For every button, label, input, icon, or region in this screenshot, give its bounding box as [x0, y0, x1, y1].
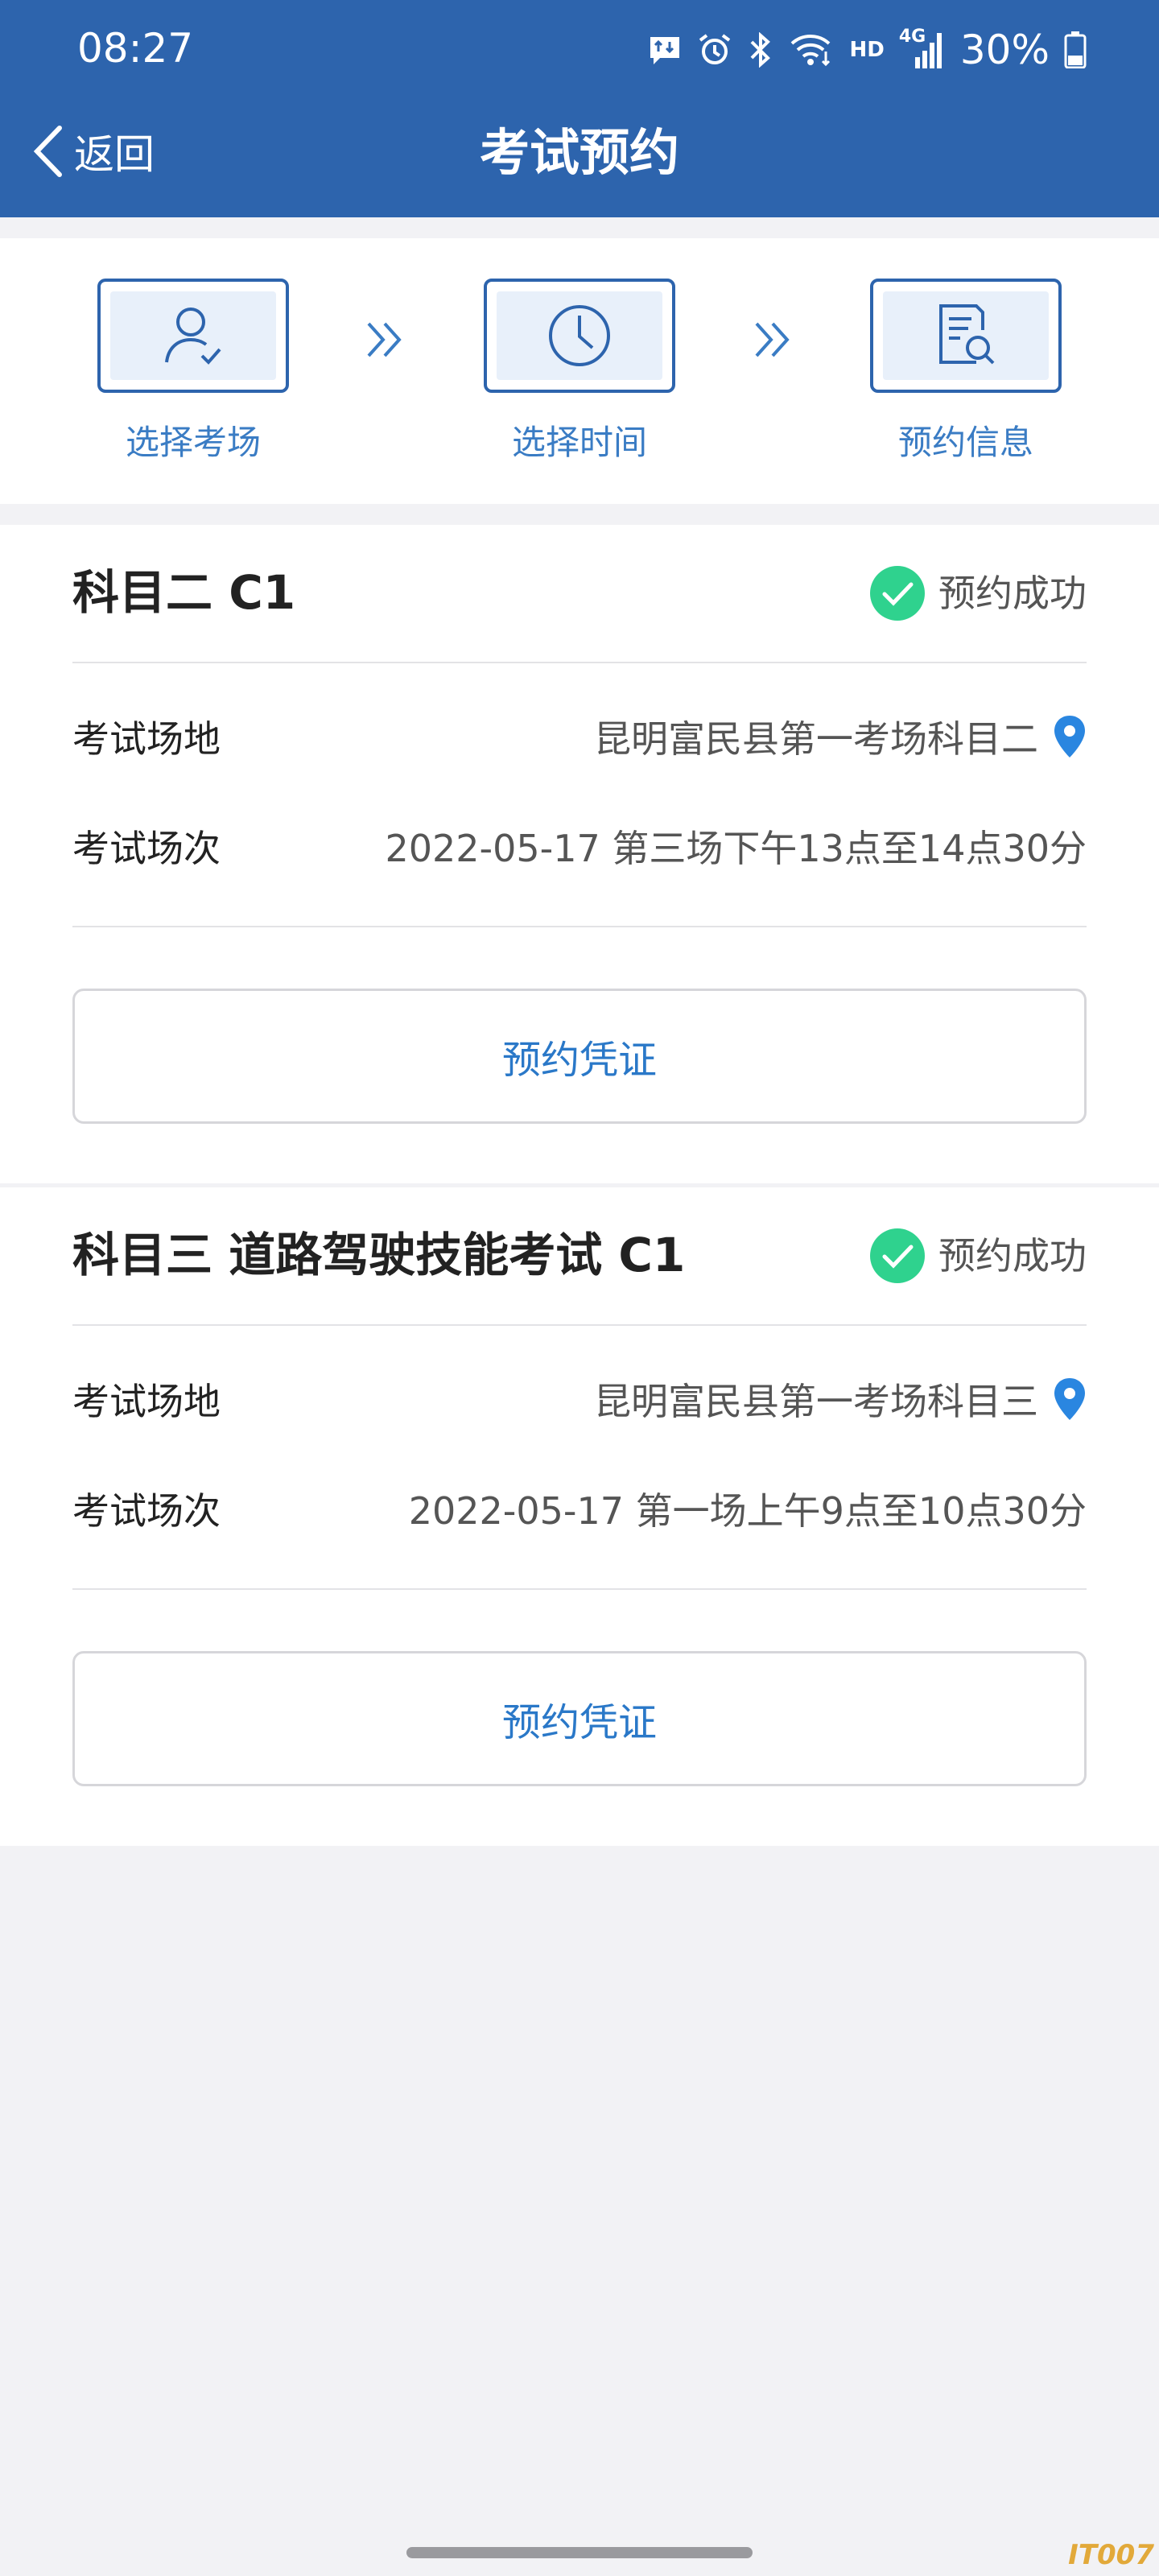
session-row: 考试场次 2022-05-17 第一场上午9点至10点30分: [72, 1480, 1087, 1537]
venue-label: 考试场地: [72, 717, 221, 761]
step-booking-info: 预约信息: [865, 279, 1066, 464]
booking-card: 科目三 道路驾驶技能考试 C1 预约成功 考试场地 昆明富民县第一考场科目三 考…: [0, 1187, 1159, 1846]
status-icons: HD 4G 30%: [647, 24, 1087, 76]
clock-icon: [549, 305, 610, 366]
status-text: 预约成功: [938, 572, 1087, 615]
alarm-icon: [699, 34, 730, 64]
document-search-icon: [939, 304, 995, 365]
app-header: 08:27 HD 4G 30% 返回 考试预约: [0, 0, 1159, 217]
card-header: 科目三 道路驾驶技能考试 C1 预约成功: [72, 1187, 1087, 1326]
signal-icon: 4G: [899, 27, 942, 70]
check-circle-icon: [870, 1228, 925, 1283]
venue-value[interactable]: 昆明富民县第一考场科目二: [594, 710, 1087, 763]
booking-voucher-button[interactable]: 预约凭证: [72, 989, 1087, 1124]
venue-row: 考试场地 昆明富民县第一考场科目二: [72, 708, 1087, 765]
battery-icon: [1064, 31, 1087, 68]
status-badge: 预约成功: [869, 565, 1087, 621]
status-text: 预约成功: [938, 1234, 1087, 1278]
divider: [72, 926, 1087, 927]
session-value: 2022-05-17 第一场上午9点至10点30分: [408, 1489, 1087, 1533]
session-label: 考试场次: [72, 1489, 221, 1533]
booking-voucher-button[interactable]: 预约凭证: [72, 1651, 1087, 1786]
message-icon: [650, 37, 679, 64]
check-circle-icon: [870, 566, 925, 621]
double-chevron-right-icon: [367, 322, 402, 357]
venue-label: 考试场地: [72, 1380, 221, 1423]
step-select-time: 选择时间: [479, 279, 680, 464]
location-pin-icon: [1054, 716, 1085, 758]
exam-title: 科目三 道路驾驶技能考试 C1: [72, 1228, 686, 1282]
exam-title: 科目二 C1: [72, 565, 296, 620]
session-label: 考试场次: [72, 827, 221, 870]
wifi-icon: [790, 35, 830, 67]
page-title: 考试预约: [479, 123, 679, 182]
step-label: 选择考场: [125, 423, 261, 462]
home-indicator[interactable]: [406, 2547, 753, 2558]
status-bar: 08:27 HD 4G 30%: [0, 0, 1159, 101]
nav-bar: 返回 考试预约: [0, 101, 1159, 197]
session-value: 2022-05-17 第三场下午13点至14点30分: [385, 827, 1087, 870]
status-badge: 预约成功: [869, 1228, 1087, 1284]
session-row: 考试场次 2022-05-17 第三场下午13点至14点30分: [72, 818, 1087, 874]
network-type: HD: [849, 38, 885, 62]
double-chevron-right-icon: [755, 322, 790, 357]
person-check-icon: [165, 308, 221, 365]
location-pin-icon: [1054, 1378, 1085, 1420]
venue-row: 考试场地 昆明富民县第一考场科目三: [72, 1371, 1087, 1427]
bluetooth-icon: [750, 32, 770, 68]
step-label: 选择时间: [511, 423, 647, 462]
divider: [72, 1588, 1087, 1590]
booking-card: 科目二 C1 预约成功 考试场地 昆明富民县第一考场科目二 考试场次 2022-…: [0, 525, 1159, 1183]
step-select-venue: 选择考场: [93, 279, 294, 464]
watermark: IT007: [1068, 2539, 1154, 2571]
battery-percent: 30%: [959, 27, 1050, 73]
status-time: 08:27: [77, 25, 194, 72]
step-label: 预约信息: [897, 423, 1033, 462]
card-header: 科目二 C1 预约成功: [72, 525, 1087, 663]
booking-steps: 选择考场 选择时间 预约信息: [0, 238, 1159, 504]
venue-value[interactable]: 昆明富民县第一考场科目三: [594, 1373, 1087, 1426]
